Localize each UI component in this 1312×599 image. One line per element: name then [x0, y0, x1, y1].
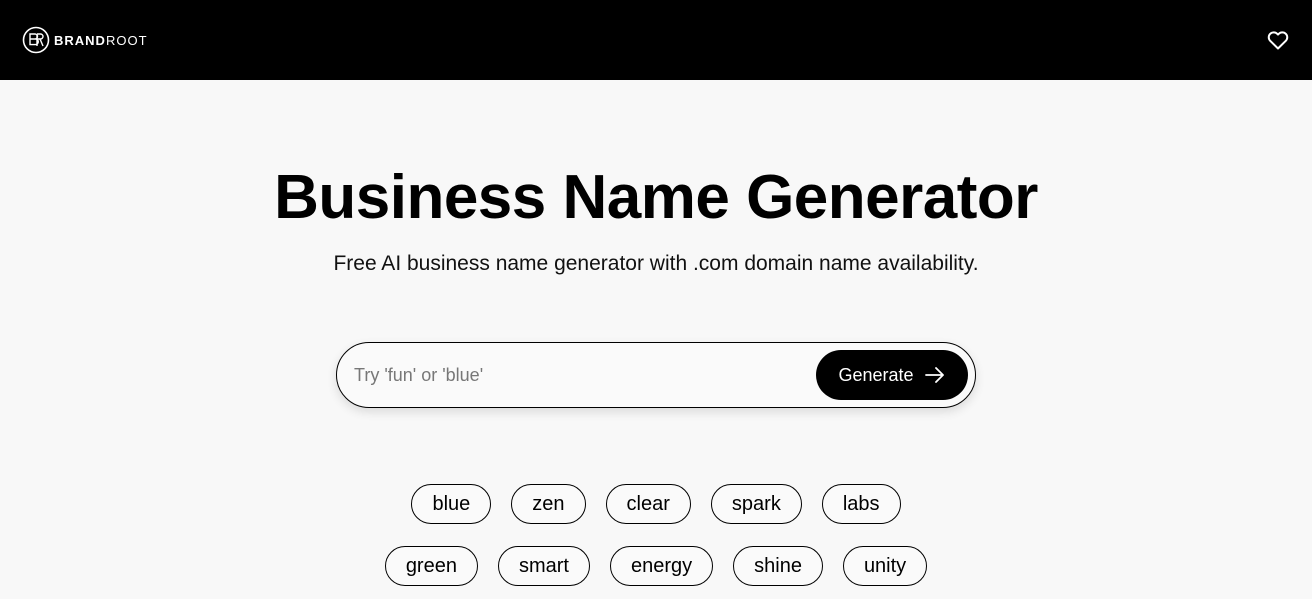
generate-button-label: Generate [838, 364, 914, 385]
suggestion-chips-row-2: green smart energy shine unity [0, 546, 1312, 586]
search-bar: Generate [336, 342, 976, 408]
suggestion-chip[interactable]: smart [497, 546, 590, 586]
brandroot-logo-icon [22, 26, 50, 54]
suggestion-chip[interactable]: energy [609, 546, 714, 586]
suggestion-chip[interactable]: labs [821, 484, 901, 524]
suggestion-chip[interactable]: shine [733, 546, 823, 586]
suggestion-chips-row-1: blue zen clear spark labs [0, 484, 1312, 524]
heart-icon[interactable] [1266, 28, 1290, 52]
top-navigation-bar: BRANDROOT [0, 0, 1312, 80]
brand-logo-link[interactable]: BRANDROOT [22, 26, 148, 54]
page-title: Business Name Generator [274, 163, 1038, 232]
suggestion-chip[interactable]: blue [411, 484, 492, 524]
arrow-right-icon [924, 367, 944, 383]
generate-button[interactable]: Generate [816, 350, 968, 400]
brand-name: BRANDROOT [54, 32, 148, 48]
suggestion-chip[interactable]: spark [710, 484, 802, 524]
suggestion-chip[interactable]: clear [605, 484, 691, 524]
suggestion-chip[interactable]: unity [842, 546, 928, 586]
page-subtitle: Free AI business name generator with .co… [333, 252, 979, 275]
suggestion-chip[interactable]: green [384, 546, 478, 586]
suggestion-chip[interactable]: zen [511, 484, 586, 524]
